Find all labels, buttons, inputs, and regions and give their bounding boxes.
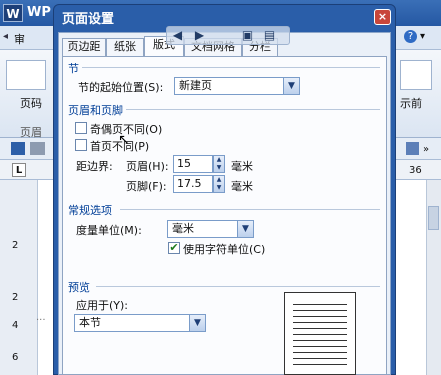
- apply-to-value: 本节: [79, 316, 101, 329]
- menu-item-review[interactable]: 审: [14, 31, 25, 47]
- print-icon[interactable]: [30, 142, 45, 155]
- apply-to-label: 应用于(Y):: [76, 299, 129, 312]
- odd-even-checkbox[interactable]: [75, 122, 87, 134]
- preview-line: [293, 334, 347, 335]
- app-logo-icon: W: [3, 4, 23, 22]
- tab-stop-selector[interactable]: L: [12, 163, 26, 177]
- save-icon[interactable]: [11, 142, 25, 155]
- divider: [126, 109, 380, 110]
- chevron-down-icon[interactable]: ▼: [283, 78, 299, 94]
- preview-line: [293, 346, 347, 347]
- dialog-title: 页面设置: [62, 12, 115, 27]
- toolbar-right-icon[interactable]: [406, 142, 419, 155]
- footer-unit: 毫米: [231, 180, 253, 193]
- header-unit: 毫米: [231, 160, 253, 173]
- from-edge-label: 距边界:: [76, 160, 113, 173]
- menu-back-icon[interactable]: ◂: [3, 31, 8, 42]
- preview-line: [293, 364, 347, 365]
- header-distance-spinner[interactable]: ▲ ▼: [213, 155, 225, 173]
- section-start-value: 新建页: [179, 79, 212, 92]
- footer-distance-input[interactable]: 17.5: [173, 175, 213, 193]
- vertical-ruler: [0, 180, 38, 375]
- save-icon[interactable]: ▣: [240, 28, 255, 43]
- close-button[interactable]: ×: [374, 9, 391, 25]
- char-unit-label[interactable]: 使用字符单位(C): [183, 241, 265, 257]
- first-page-checkbox[interactable]: [75, 139, 87, 151]
- preview-line: [293, 310, 347, 311]
- general-options-heading: 常规选项: [68, 204, 112, 217]
- header-distance-input[interactable]: 15: [173, 155, 213, 173]
- chevron-down-icon[interactable]: ▾: [420, 31, 425, 42]
- divider: [82, 67, 380, 68]
- unit-value: 毫米: [172, 222, 194, 235]
- preview-line: [293, 328, 347, 329]
- preview-line: [293, 352, 347, 353]
- preview-heading: 预览: [68, 281, 90, 294]
- page-number-icon[interactable]: [6, 60, 46, 90]
- ruler-number: 2: [12, 292, 19, 303]
- header-distance-label: 页眉(H):: [126, 160, 169, 173]
- right-arrow-icon[interactable]: ▶: [192, 28, 207, 43]
- tab-margins[interactable]: 页边距: [62, 38, 106, 56]
- ruler-number: 6: [12, 352, 19, 363]
- help-icon[interactable]: ?: [404, 30, 417, 43]
- footer-distance-label: 页脚(F):: [126, 180, 167, 193]
- divider: [96, 286, 380, 287]
- ribbon-page-number-label[interactable]: 页码: [20, 95, 42, 111]
- app-name: WP: [27, 5, 51, 20]
- preview-line: [293, 316, 347, 317]
- header-footer-heading: 页眉和页脚: [68, 104, 123, 117]
- section-heading: 节: [68, 62, 79, 75]
- section-start-select[interactable]: 新建页: [174, 77, 300, 95]
- preview-line: [293, 358, 347, 359]
- section-start-label: 节的起始位置(S):: [78, 81, 164, 94]
- unit-label: 度量单位(M):: [76, 224, 142, 237]
- preview-line: [293, 340, 347, 341]
- chevron-down-icon[interactable]: ▼: [237, 221, 253, 237]
- chevron-down-icon[interactable]: ▼: [189, 315, 205, 331]
- ruler-number: 2: [12, 240, 19, 251]
- left-arrow-icon[interactable]: ◀: [170, 28, 185, 43]
- preview-line: [293, 304, 347, 305]
- toolbar-more-icon[interactable]: »: [423, 144, 429, 155]
- scrollbar-thumb[interactable]: [428, 206, 439, 230]
- footer-distance-spinner[interactable]: ▲ ▼: [213, 175, 225, 193]
- ribbon-show-prev-label[interactable]: 示前: [400, 95, 422, 111]
- preview-line: [293, 322, 347, 323]
- print-icon[interactable]: ▤: [262, 28, 277, 43]
- show-prev-icon[interactable]: [400, 60, 432, 90]
- tab-paper[interactable]: 纸张: [106, 38, 144, 56]
- mouse-cursor-icon: ↖: [118, 132, 130, 148]
- divider: [120, 209, 380, 210]
- char-unit-checkbox[interactable]: ✔: [168, 242, 180, 254]
- apply-to-select[interactable]: 本节: [74, 314, 206, 332]
- page-margin-mark: ...: [36, 312, 46, 323]
- ruler-number: 4: [12, 320, 19, 331]
- ruler-value: 36: [409, 165, 422, 176]
